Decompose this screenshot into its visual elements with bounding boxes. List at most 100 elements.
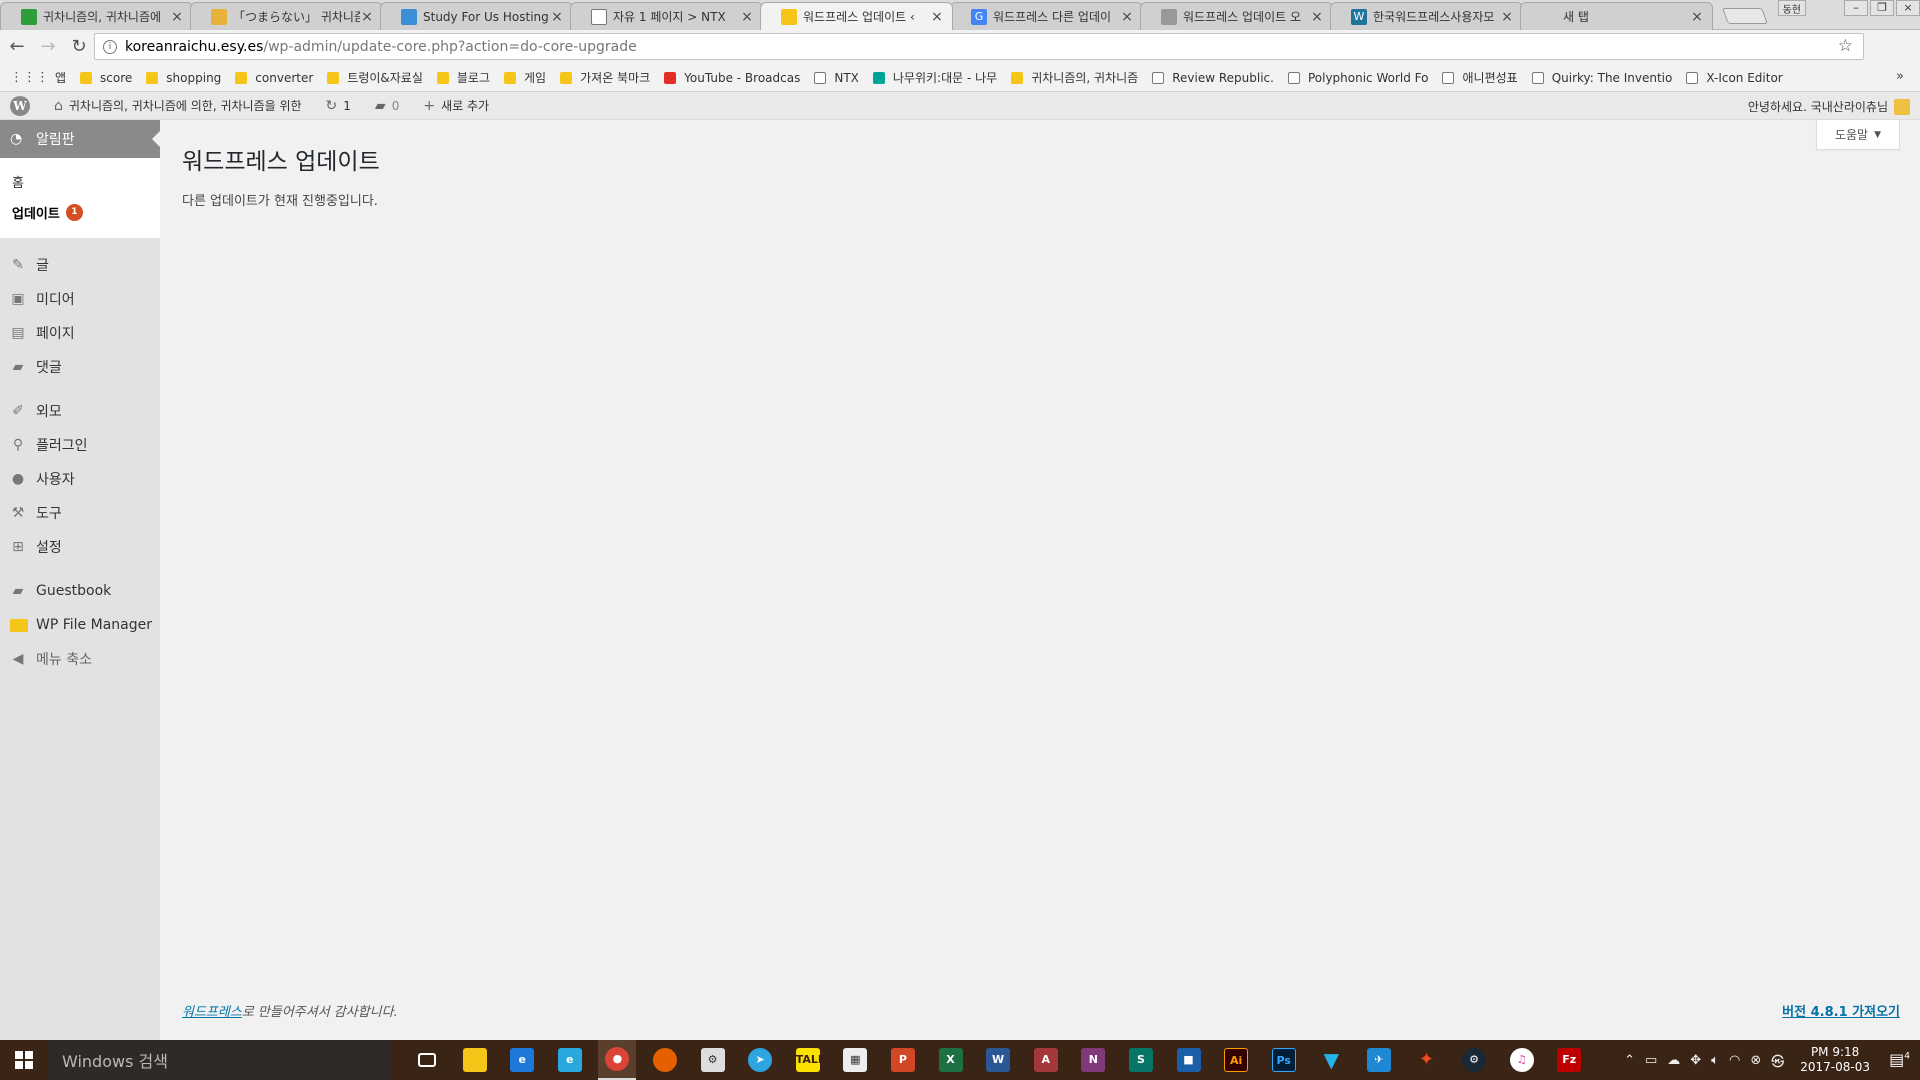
bookmark-item[interactable]: 블로그 — [436, 69, 490, 86]
sidebar-item-posts[interactable]: ✎ 글 — [0, 248, 160, 282]
chevron-up-icon[interactable]: ⌃ — [1624, 1053, 1635, 1068]
bookmark-item[interactable]: shopping — [146, 71, 221, 85]
taskbar-app[interactable]: ■ — [1170, 1040, 1208, 1080]
sidebar-item-guestbook[interactable]: ▰ Guestbook — [0, 574, 160, 608]
browser-tab[interactable]: W 한국워드프레스사용자모 × — [1330, 2, 1523, 30]
comments-menu[interactable]: ▰ 0 — [375, 98, 399, 114]
taskbar-app[interactable]: ✈ — [1360, 1040, 1398, 1080]
taskbar-ie[interactable]: e — [551, 1040, 589, 1080]
profile-badge[interactable]: 동현 — [1777, 0, 1806, 16]
dropbox-icon[interactable]: ✥ — [1690, 1053, 1701, 1068]
taskbar-clock[interactable]: PM 9:18 2017-08-03 — [1800, 1045, 1870, 1075]
browser-tab[interactable]: 「つまらない」 귀차니즘 × — [190, 2, 383, 30]
browser-tab[interactable]: 귀차니즘의, 귀차니즘에 × — [0, 2, 193, 30]
updates-menu[interactable]: ↻ 1 — [326, 98, 351, 114]
task-view-button[interactable] — [408, 1040, 446, 1080]
sidebar-item-file-manager[interactable]: WP File Manager — [0, 608, 160, 642]
browser-tab[interactable]: 새 탭 × — [1520, 2, 1713, 30]
cloud-icon[interactable]: ☁ — [1667, 1053, 1680, 1068]
close-icon[interactable]: × — [1310, 9, 1324, 25]
site-name-menu[interactable]: ⌂ 귀차니즘의, 귀차니즘에 의한, 귀차니즘을 위한 — [54, 97, 302, 114]
close-icon[interactable]: × — [930, 9, 944, 25]
minimize-button[interactable]: – — [1844, 0, 1868, 16]
info-icon[interactable]: i — [103, 39, 117, 54]
sidebar-item-tools[interactable]: ⚒ 도구 — [0, 496, 160, 530]
bookmark-item[interactable]: 트렁이&자료실 — [327, 69, 423, 86]
taskbar-filezilla[interactable]: Fz — [1550, 1040, 1588, 1080]
close-icon[interactable]: × — [550, 9, 564, 25]
new-tab-button[interactable] — [1722, 8, 1768, 24]
wp-logo-menu[interactable]: W — [10, 95, 30, 116]
browser-tab[interactable]: 자유 1 페이지 > NTX × — [570, 2, 763, 30]
close-icon[interactable]: × — [1690, 9, 1704, 25]
taskbar-firefox[interactable] — [646, 1040, 684, 1080]
bookmark-item[interactable]: 게임 — [504, 69, 546, 86]
submenu-updates[interactable]: 업데이트 1 — [0, 197, 160, 228]
taskbar-app[interactable]: ▼ — [1312, 1040, 1350, 1080]
taskbar-chrome[interactable]: ● — [598, 1040, 637, 1080]
bookmark-item[interactable]: NTX — [814, 71, 859, 85]
taskbar-telegram[interactable]: ➤ — [741, 1040, 779, 1080]
submenu-home[interactable]: 홈 — [0, 166, 160, 197]
taskbar-access[interactable]: A — [1027, 1040, 1065, 1080]
browser-tab-active[interactable]: 워드프레스 업데이트 ‹ × — [760, 2, 953, 30]
taskbar-file-explorer[interactable] — [456, 1040, 494, 1080]
get-version-link[interactable]: 버전 4.8.1 가져오기 — [1782, 1001, 1900, 1020]
close-icon[interactable]: × — [1120, 9, 1134, 25]
network-icon[interactable]: ⊗ — [1750, 1053, 1761, 1068]
taskbar-publisher[interactable]: S — [1122, 1040, 1160, 1080]
address-bar[interactable]: i koreanraichu.esy.es/wp-admin/update-co… — [94, 33, 1864, 60]
taskbar-onenote[interactable]: N — [1074, 1040, 1112, 1080]
bookmark-item[interactable]: 애니편성표 — [1442, 69, 1518, 86]
bookmark-item[interactable]: Review Republic. — [1152, 71, 1274, 85]
close-icon[interactable]: × — [740, 9, 754, 25]
bookmark-item[interactable]: YouTube - Broadcas — [664, 71, 800, 85]
back-button[interactable]: ← — [3, 33, 31, 61]
sidebar-item-dashboard[interactable]: ◔ 알림판 — [0, 120, 160, 158]
sidebar-item-appearance[interactable]: ✐ 외모 — [0, 394, 160, 428]
action-center-button[interactable]: ▤4 — [1889, 1050, 1910, 1069]
taskbar-word[interactable]: W — [979, 1040, 1017, 1080]
bookmark-apps[interactable]: ⋮⋮⋮ 앱 — [10, 69, 66, 86]
taskbar-app[interactable]: ✦ — [1407, 1040, 1445, 1080]
taskbar-steam[interactable]: ⚙ — [1455, 1040, 1493, 1080]
taskbar-app[interactable]: ▦ — [836, 1040, 874, 1080]
taskbar-powerpoint[interactable]: P — [884, 1040, 922, 1080]
close-icon[interactable]: × — [360, 9, 374, 25]
taskbar-search-input[interactable]: Windows 검색 — [48, 1040, 392, 1080]
bookmark-item[interactable]: X-Icon Editor — [1686, 71, 1783, 85]
new-content-menu[interactable]: + 새로 추가 — [423, 97, 489, 114]
my-account-menu[interactable]: 안녕하세요. 국내산라이츄님 — [1748, 98, 1910, 115]
bookmark-item[interactable]: score — [80, 71, 132, 85]
taskbar-itunes[interactable]: ♫ — [1503, 1040, 1541, 1080]
sidebar-item-plugins[interactable]: ⚲ 플러그인 — [0, 428, 160, 462]
taskbar-kakaotalk[interactable]: TALK — [789, 1040, 827, 1080]
browser-tab[interactable]: Study For Us Hosting - × — [380, 2, 573, 30]
taskbar-illustrator[interactable]: Ai — [1217, 1040, 1255, 1080]
taskbar-app[interactable]: ⚙ — [694, 1040, 732, 1080]
browser-tab[interactable]: 워드프레스 업데이트 오 × — [1140, 2, 1333, 30]
help-tab-button[interactable]: 도움말 ▼ — [1816, 120, 1900, 150]
sidebar-item-pages[interactable]: ▤ 페이지 — [0, 316, 160, 350]
chevron-right-icon[interactable]: » — [1896, 69, 1904, 84]
bookmark-star-icon[interactable]: ☆ — [1838, 36, 1853, 56]
bookmark-item[interactable]: 나무위키:대문 - 나무 — [872, 69, 997, 86]
bookmark-item[interactable]: converter — [235, 71, 313, 85]
sidebar-item-comments[interactable]: ▰ 댓글 — [0, 350, 160, 384]
reload-button[interactable]: ↻ — [65, 33, 93, 61]
close-window-button[interactable]: × — [1896, 0, 1920, 16]
taskbar-excel[interactable]: X — [932, 1040, 970, 1080]
wordpress-link[interactable]: 워드프레스 — [182, 1005, 242, 1020]
ime-icon[interactable]: ㉿ — [1771, 1051, 1784, 1070]
bookmark-item[interactable]: 가져온 북마크 — [560, 69, 650, 86]
bookmark-item[interactable]: Polyphonic World Fo — [1287, 71, 1428, 85]
sidebar-item-settings[interactable]: ⊞ 설정 — [0, 530, 160, 564]
forward-button[interactable]: → — [34, 33, 62, 61]
sidebar-item-users[interactable]: ● 사용자 — [0, 462, 160, 496]
bookmark-item[interactable]: 귀차니즘의, 귀차니즘 — [1011, 69, 1138, 86]
volume-icon[interactable]: 🔈︎ — [1711, 1053, 1719, 1068]
bookmark-item[interactable]: Quirky: The Inventio — [1531, 71, 1672, 85]
battery-icon[interactable]: ▭ — [1645, 1053, 1657, 1068]
close-icon[interactable]: × — [1500, 9, 1514, 25]
browser-tab[interactable]: G 워드프레스 다른 업데이 × — [950, 2, 1143, 30]
